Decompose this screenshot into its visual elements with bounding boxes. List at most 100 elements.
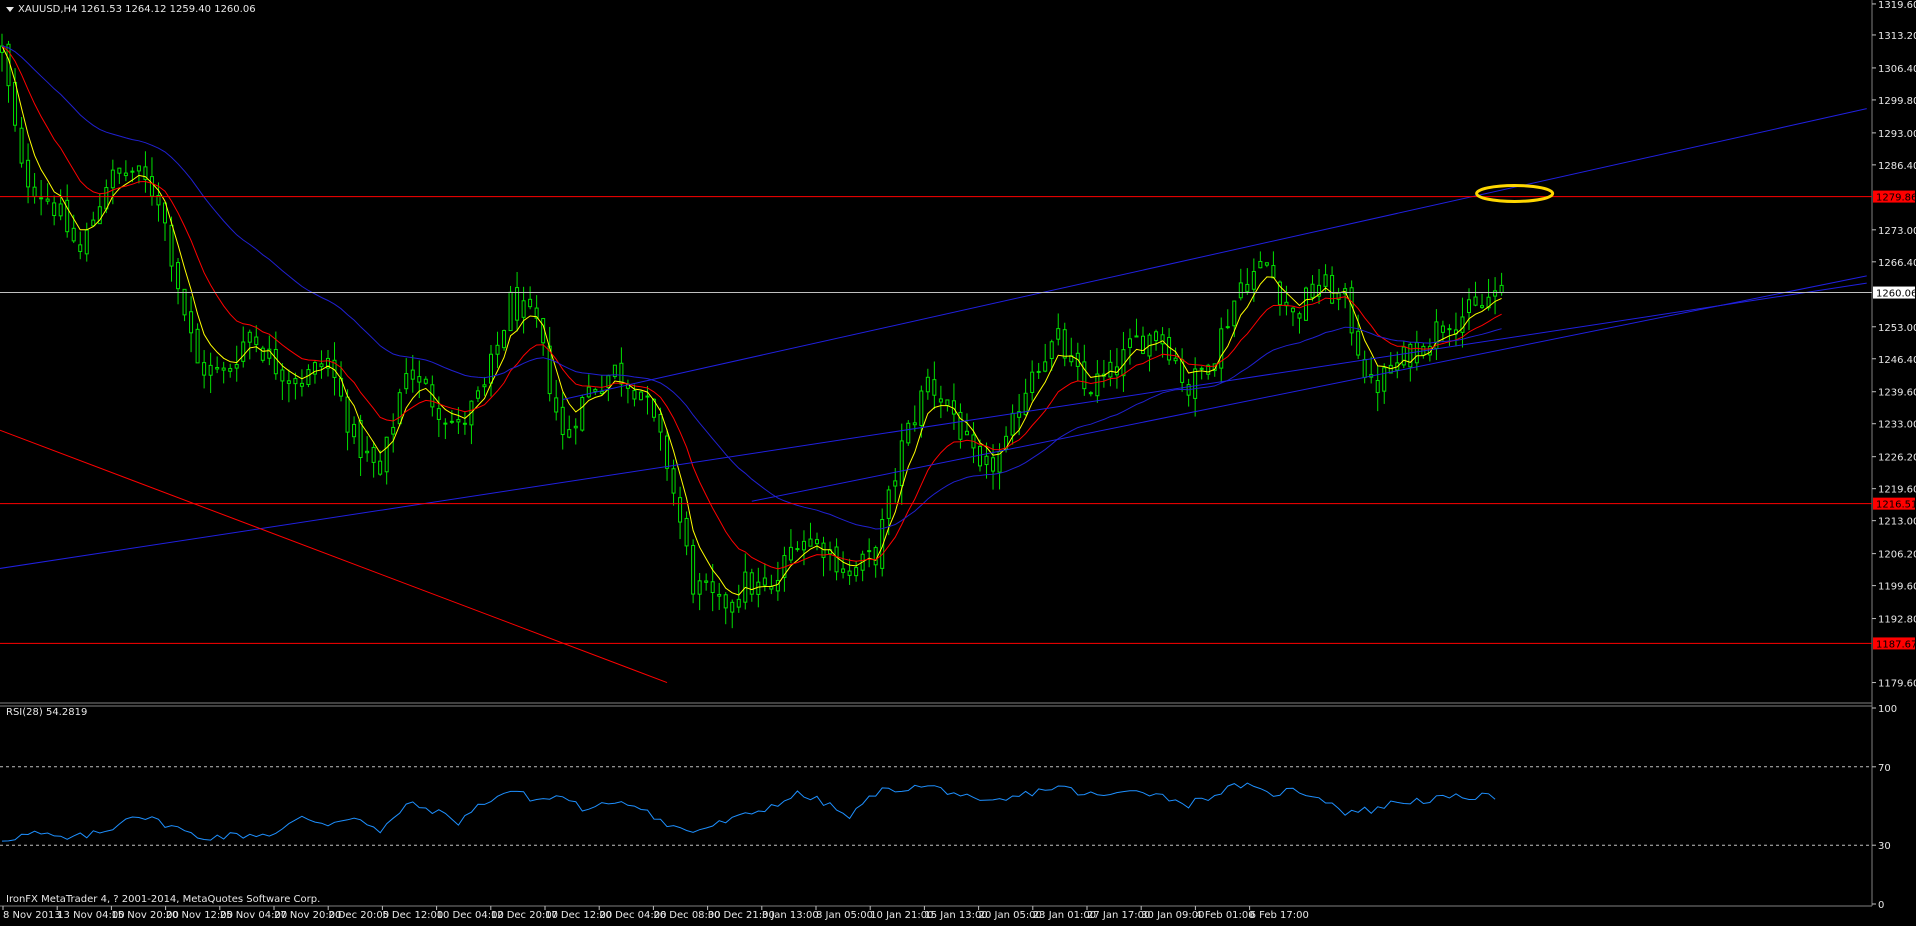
candle-body xyxy=(391,426,396,435)
candle-body xyxy=(899,440,904,487)
candle-body xyxy=(912,422,917,426)
candle-body xyxy=(221,367,226,371)
time-tick-label: 4 Feb 01:00 xyxy=(1195,910,1254,921)
candle-body xyxy=(1232,300,1237,327)
downtrend-line xyxy=(0,429,668,684)
candle-body xyxy=(893,480,898,487)
candle-body xyxy=(495,344,500,355)
candle-body xyxy=(1238,282,1243,299)
channel-upper-line xyxy=(562,108,1867,400)
candle-body xyxy=(1225,326,1230,329)
candle-body xyxy=(130,170,135,173)
candle-body xyxy=(886,489,891,519)
candle-body xyxy=(280,369,285,382)
candle-body xyxy=(638,391,643,401)
candle-body xyxy=(978,445,982,467)
candle-body xyxy=(208,364,213,376)
candle-body xyxy=(925,376,930,393)
candle-body xyxy=(1154,331,1159,342)
time-tick-label: 2 Dec 20:00 xyxy=(328,910,389,921)
candle-body xyxy=(1493,290,1498,297)
candle-body xyxy=(984,455,989,466)
candles xyxy=(0,33,1504,629)
candle-body xyxy=(1056,328,1061,340)
candle-body xyxy=(560,406,565,435)
chart-header: XAUUSD,H4 1261.53 1264.12 1259.40 1260.0… xyxy=(6,4,256,15)
symbol-line: XAUUSD,H4 1261.53 1264.12 1259.40 1260.0… xyxy=(18,4,256,15)
candle-body xyxy=(1049,341,1054,359)
trading-chart[interactable]: 1279.86 1216.51 1187.67 1260.06 1319.60 1313.… xyxy=(0,0,1916,926)
candle-body xyxy=(1199,367,1204,370)
candle-body xyxy=(169,224,174,267)
candle-body xyxy=(1356,330,1361,356)
candle-body xyxy=(1401,346,1406,366)
candle-body xyxy=(489,353,493,384)
candle-body xyxy=(1375,380,1380,394)
support-trend-line xyxy=(751,275,1867,502)
candle-body xyxy=(723,594,728,609)
candle-body xyxy=(717,593,722,597)
candle-body xyxy=(762,577,767,586)
candle-body xyxy=(932,379,937,396)
candle-body xyxy=(1362,358,1367,378)
candle-body xyxy=(919,390,924,426)
candle-body xyxy=(580,396,585,431)
copyright-text: IronFX MetaTrader 4, ? 2001-2014, MetaQu… xyxy=(6,894,321,905)
price-tick-label: 1286.40 xyxy=(1878,161,1916,172)
price-tick-label: 1246.40 xyxy=(1878,355,1916,366)
candle-body xyxy=(567,429,572,438)
candle-body xyxy=(697,580,702,595)
candle-body xyxy=(1440,325,1445,333)
candle-body xyxy=(176,262,181,290)
candle-body xyxy=(788,546,793,561)
candle-body xyxy=(215,367,220,370)
candle-body xyxy=(684,517,689,547)
candle-body xyxy=(964,430,969,436)
rsi-line xyxy=(1,782,1496,842)
candle-body xyxy=(665,435,670,469)
price-tick-label: 1192.80 xyxy=(1878,615,1916,626)
candle-body xyxy=(1251,270,1256,290)
candle-body xyxy=(299,382,304,387)
candle-body xyxy=(13,81,18,126)
candle-body xyxy=(449,420,454,423)
candle-body xyxy=(801,540,806,551)
candle-body xyxy=(1349,287,1354,334)
candle-body xyxy=(841,568,846,573)
candle-body xyxy=(710,581,715,593)
price-tick-label: 1266.40 xyxy=(1878,258,1916,269)
candle-body xyxy=(854,567,859,577)
candle-body xyxy=(319,363,324,368)
candle-body xyxy=(1134,335,1139,338)
candle-body xyxy=(906,422,911,444)
price-tick-label: 1226.20 xyxy=(1878,453,1916,464)
candle-body xyxy=(834,546,839,573)
candle-body xyxy=(189,311,194,334)
candle-body xyxy=(632,390,637,400)
candle-body xyxy=(756,581,761,595)
candle-body xyxy=(704,580,709,583)
candle-body xyxy=(1323,274,1328,287)
price-tick-label: 1219.60 xyxy=(1878,485,1916,496)
price-tick-label: 1319.60 xyxy=(1878,0,1916,11)
candle-body xyxy=(1088,392,1093,395)
candle-body xyxy=(52,202,57,217)
candle-body xyxy=(286,380,291,384)
candle-body xyxy=(462,422,467,425)
rsi-tick-label: 70 xyxy=(1878,763,1891,774)
candle-body xyxy=(671,468,676,494)
candle-body xyxy=(945,399,950,407)
level-label-2: 1187.67 xyxy=(1876,639,1916,650)
candle-body xyxy=(736,598,741,608)
candle-body xyxy=(482,384,487,388)
candle-body xyxy=(1036,370,1041,373)
candle-body xyxy=(1082,361,1087,390)
candle-body xyxy=(521,300,526,318)
price-tick-label: 1273.00 xyxy=(1878,226,1916,237)
candle-body xyxy=(1167,336,1172,361)
dropdown-arrow-icon[interactable] xyxy=(6,6,14,12)
price-tick-label: 1213.00 xyxy=(1878,517,1916,528)
candle-body xyxy=(502,330,507,349)
candle-body xyxy=(1382,367,1387,392)
fast-moving-average xyxy=(1,45,1502,596)
